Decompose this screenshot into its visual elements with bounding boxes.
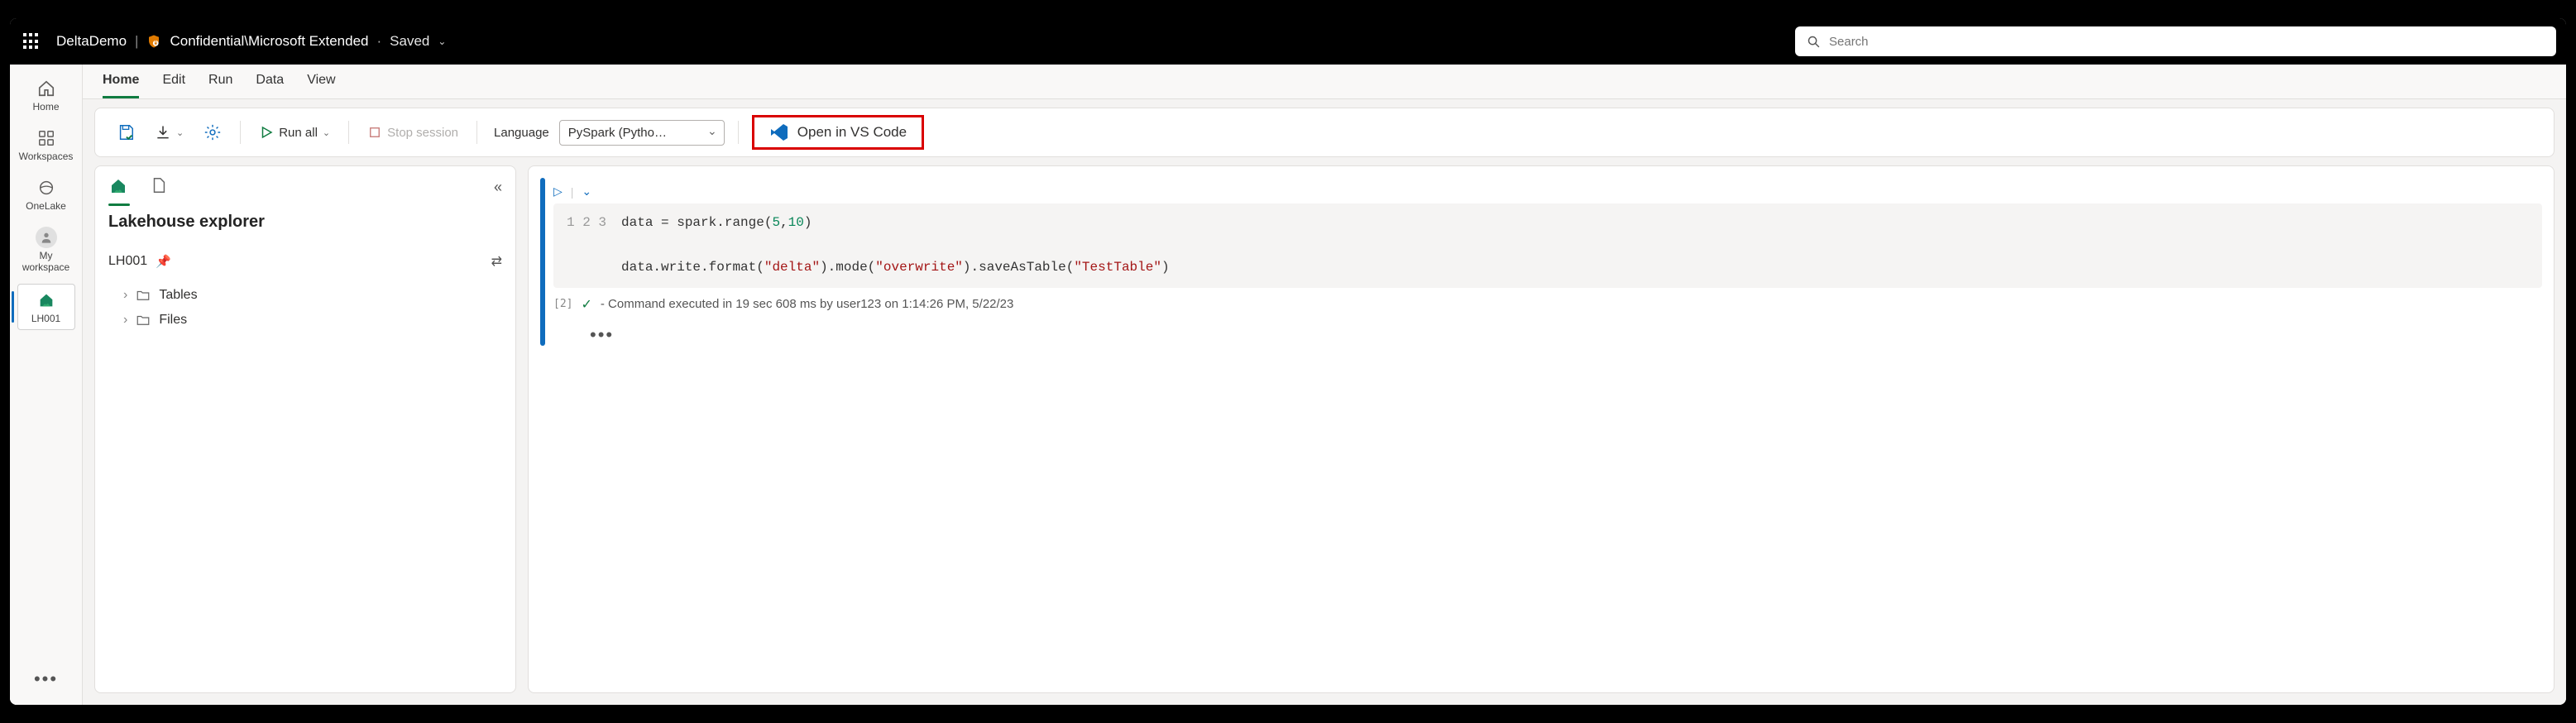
onelake-icon	[36, 177, 57, 199]
vscode-icon	[769, 122, 789, 142]
code-content: data = spark.range(5,10) data.write.form…	[621, 212, 1170, 280]
settings-button[interactable]	[199, 120, 227, 145]
rail-label: LH001	[31, 313, 60, 324]
language-value: PySpark (Pytho…	[568, 126, 667, 140]
open-vscode-button[interactable]: Open in VS Code	[752, 115, 924, 150]
run-all-label: Run all	[279, 126, 318, 140]
cell-active-indicator	[540, 178, 545, 346]
titlebar: DeltaDemo | Confidential\Microsoft Exten…	[10, 18, 2566, 65]
toolbar: ⌄ Run all ⌄ Stop session	[94, 108, 2554, 157]
folder-icon	[136, 288, 151, 303]
stop-session-label: Stop session	[387, 126, 458, 140]
search-input[interactable]	[1829, 35, 2545, 49]
files-tab-icon[interactable]	[150, 176, 171, 198]
rail-label: Home	[32, 101, 59, 113]
document-name[interactable]: DeltaDemo	[56, 33, 127, 50]
lakehouse-tab-icon[interactable]	[108, 176, 130, 198]
app-launcher-icon[interactable]	[20, 30, 43, 53]
rail-label: My workspace	[17, 250, 75, 274]
chevron-right-icon: ›	[123, 313, 127, 328]
workspaces-icon	[36, 127, 57, 149]
tree-root-label: LH001	[108, 254, 147, 269]
run-cell-button[interactable]: ▷	[553, 184, 563, 199]
tab-view[interactable]: View	[307, 73, 335, 98]
pin-icon[interactable]: 📌	[156, 254, 171, 269]
tab-home[interactable]: Home	[103, 73, 139, 98]
code-editor[interactable]: 1 2 3 data = spark.range(5,10) data.writ…	[553, 203, 2542, 288]
save-state: Saved	[390, 33, 429, 50]
run-cell-menu[interactable]: ⌄	[582, 184, 591, 199]
code-cell[interactable]: ▷ | ⌄ 1 2 3 data = spark.range(5,10) dat…	[540, 178, 2542, 346]
home-icon	[36, 78, 57, 99]
explorer-title: Lakehouse explorer	[108, 213, 502, 232]
tab-data[interactable]: Data	[256, 73, 284, 98]
chevron-down-icon: ⌄	[176, 127, 184, 138]
person-icon	[36, 227, 57, 248]
execution-count: [2]	[553, 298, 572, 310]
rail-item-onelake[interactable]: OneLake	[17, 172, 75, 217]
rail-item-workspaces[interactable]: Workspaces	[17, 122, 75, 167]
tree-item-tables[interactable]: › Tables	[108, 283, 502, 308]
tab-edit[interactable]: Edit	[162, 73, 185, 98]
run-all-button[interactable]: Run all ⌄	[254, 122, 335, 143]
stop-session-button[interactable]: Stop session	[362, 122, 463, 143]
play-icon	[259, 125, 274, 140]
left-nav-rail: Home Workspaces OneLake	[10, 65, 83, 705]
swap-icon[interactable]: ⇄	[491, 253, 502, 270]
search-icon	[1807, 35, 1821, 49]
rail-item-home[interactable]: Home	[17, 73, 75, 117]
rail-label: Workspaces	[19, 151, 74, 162]
tab-run[interactable]: Run	[208, 73, 232, 98]
search-box[interactable]	[1795, 26, 2556, 56]
save-button[interactable]	[112, 120, 140, 145]
cell-more-icon[interactable]: •••	[590, 324, 2542, 346]
line-numbers: 1 2 3	[567, 212, 621, 280]
folder-icon	[136, 313, 151, 328]
rail-item-my-workspace[interactable]: My workspace	[17, 222, 75, 279]
chevron-right-icon: ›	[123, 288, 127, 303]
tree-item-label: Files	[159, 313, 187, 328]
chevron-down-icon: ⌄	[323, 127, 330, 138]
menu-tabs: Home Edit Run Data View	[83, 65, 2566, 99]
lakehouse-explorer-panel: « Lakehouse explorer LH001 📌 ⇄	[94, 165, 516, 693]
collapse-panel-icon[interactable]: «	[494, 179, 502, 196]
rail-more-icon[interactable]: •••	[34, 668, 58, 690]
shield-icon	[146, 34, 161, 49]
chevron-down-icon[interactable]: ⌄	[438, 36, 446, 47]
download-button[interactable]: ⌄	[150, 121, 189, 144]
language-select[interactable]: PySpark (Pytho…	[559, 120, 725, 146]
classification-label[interactable]: Confidential\Microsoft Extended	[170, 33, 368, 50]
language-label: Language	[494, 126, 549, 140]
stop-icon	[367, 125, 382, 140]
tree-root[interactable]: LH001 📌 ⇄	[108, 248, 502, 275]
lakehouse-icon	[36, 290, 57, 311]
rail-item-lh001[interactable]: LH001	[17, 284, 75, 330]
open-vscode-label: Open in VS Code	[797, 124, 907, 141]
tree-item-label: Tables	[159, 288, 197, 303]
notebook-area: ▷ | ⌄ 1 2 3 data = spark.range(5,10) dat…	[528, 165, 2554, 693]
rail-label: OneLake	[26, 200, 66, 212]
tree-item-files[interactable]: › Files	[108, 308, 502, 333]
execution-status: - Command executed in 19 sec 608 ms by u…	[601, 297, 1013, 311]
check-icon: ✓	[581, 296, 591, 313]
